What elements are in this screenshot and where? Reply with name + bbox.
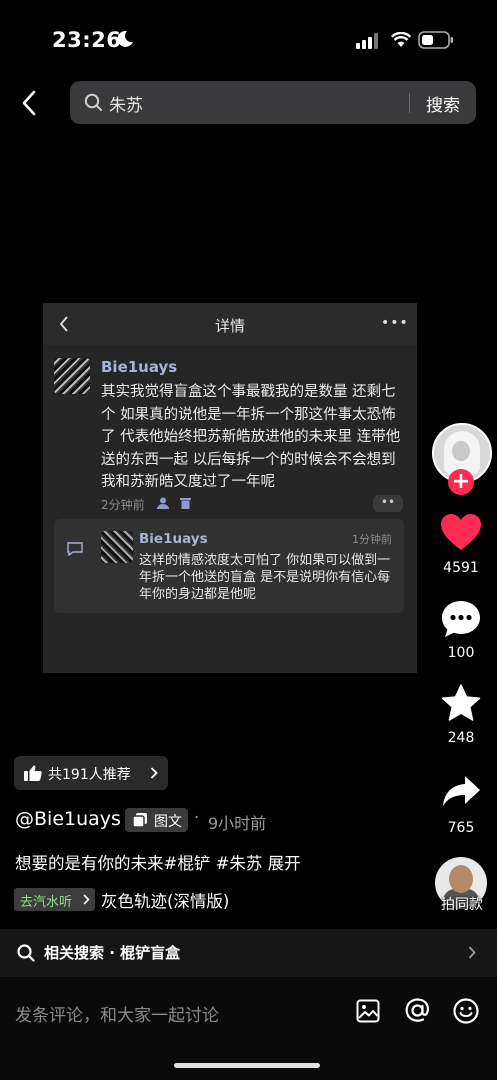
comment-bar: 发条评论，和大家一起讨论 [0,977,497,1080]
comment-text: 其实我觉得盲盒这个事最戳我的是数量 还剩七个 如果真的说他是一年拆一个那这件事太… [101,384,401,490]
image-more-icon: ••• [381,315,409,331]
heart-icon[interactable] [440,513,482,551]
status-time: 23:26 [52,28,122,52]
commenter-username: Bie1uays [101,358,178,376]
chevron-right-icon [83,894,90,905]
post-image[interactable]: 详情 ••• Bie1uays 其实我觉得盲盒这个事最戳我的是数量 还剩七个 如… [43,303,417,673]
comment-count: 100 [447,645,475,661]
like-count: 4591 [443,560,479,576]
reply-card: Bie1uays 1分钟前 这样的情感浓度太可怕了 你如果可以做到一年拆一个他送… [54,519,404,613]
post-type-badge: 图文 [125,808,188,832]
comment-time: 2分钟前 [101,498,145,512]
comment-more-icon: •• [373,495,403,512]
thumb-up-icon [24,765,42,781]
song-title[interactable]: 灰色轨迹(深情版) [101,888,229,912]
back-icon[interactable] [20,90,38,116]
post-type-label: 图文 [154,814,182,830]
music-app-tag[interactable]: 去汽水听 [14,888,95,911]
search-icon [84,93,102,111]
music-app-label: 去汽水听 [20,895,73,910]
author-name[interactable]: @Bie1uays [15,808,121,830]
recommend-chip[interactable]: 共191人推荐 [14,756,168,790]
wifi-icon [391,32,411,47]
reply-comment-icon [67,542,83,556]
comment-input[interactable]: 发条评论，和大家一起讨论 [15,1001,219,1026]
related-search-label: 相关搜索 · 棍铲盲盒 [44,944,181,962]
reply-text: 这样的情感浓度太可怕了 你如果可以做到一年拆一个他送的盲盒 是不是说明你有信心每… [139,553,391,602]
replier-username: Bie1uays [139,531,208,547]
image-icon[interactable] [356,999,380,1023]
favorite-count: 248 [447,730,475,746]
use-music-label[interactable]: 拍同款 [432,894,492,914]
reply-time: 1分钟前 [352,533,392,546]
share-icon[interactable] [441,774,481,808]
at-icon[interactable] [404,997,431,1024]
home-indicator [174,1063,320,1068]
comment-icon[interactable] [441,599,481,639]
signal-icon [356,33,378,49]
emoji-icon[interactable] [453,998,479,1024]
related-search-bar[interactable]: 相关搜索 · 棍铲盲盒 [0,929,497,977]
post-description[interactable]: 想要的是有你的未来#棍铲 #朱苏 展开 [15,850,301,874]
image-header: 详情 ••• [43,303,417,345]
search-icon [17,944,35,962]
search-button[interactable]: 搜索 [426,91,460,116]
replier-avatar [101,531,133,563]
trash-icon [180,498,191,509]
commenter-avatar [54,358,90,394]
star-icon[interactable] [441,684,481,722]
user-icon [157,497,169,509]
image-post-icon [133,813,147,827]
follow-button[interactable]: + [448,469,474,495]
search-divider [409,93,410,113]
battery-icon [418,31,453,49]
chevron-right-icon [468,946,476,959]
search-input[interactable]: 朱苏 [109,91,143,116]
image-title: 详情 [214,317,245,335]
post-time: 9小时前 [208,814,267,833]
search-bar[interactable]: 朱苏 搜索 [70,81,476,124]
moon-icon [117,30,133,47]
separator-dot: · [194,808,200,828]
recommend-label: 共191人推荐 [48,767,131,783]
share-count: 765 [447,820,475,836]
chevron-right-icon [150,767,158,779]
